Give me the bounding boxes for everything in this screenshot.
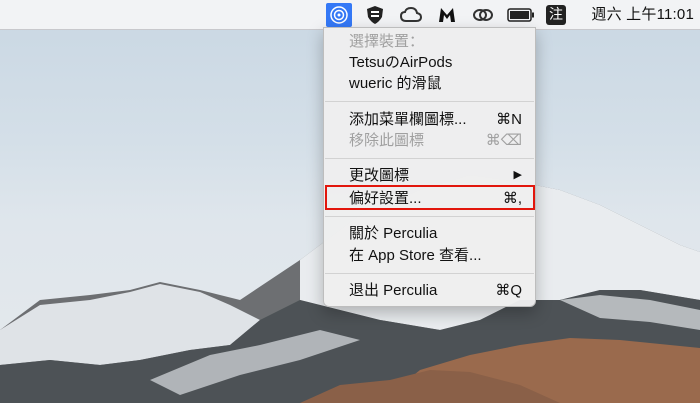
menu-separator	[325, 101, 534, 102]
menu-item-quit[interactable]: 退出 Perculia ⌘Q	[324, 280, 535, 301]
menu-item-add-to-menubar[interactable]: 添加菜單欄圖標... ⌘N	[324, 109, 535, 130]
perculia-airpods-icon[interactable]	[326, 3, 352, 27]
menu-separator	[325, 216, 534, 217]
menu-item-label: 添加菜單欄圖標...	[349, 111, 467, 128]
menu-item-label: 在 App Store 查看...	[349, 247, 482, 264]
menu-item-device-airpods[interactable]: TetsuのAirPods	[324, 52, 535, 73]
submenu-arrow-icon: ▶	[513, 169, 522, 181]
input-method-label: 注	[546, 5, 566, 25]
menu-bar: 注 週六 上午11:01	[0, 0, 700, 30]
perculia-dropdown-menu: 選擇裝置： TetsuのAirPods wueric 的滑鼠 添加菜單欄圖標..…	[323, 27, 536, 307]
shield-extension-icon[interactable]	[362, 3, 388, 27]
menubar-clock[interactable]: 週六 上午11:01	[591, 0, 694, 30]
menu-section-header: 選擇裝置：	[324, 31, 535, 52]
menu-item-label: 更改圖標	[349, 167, 410, 184]
menu-item-device-mouse[interactable]: wueric 的滑鼠	[324, 73, 535, 94]
linked-rings-icon[interactable]	[470, 3, 496, 27]
section-header-label: 選擇裝置：	[349, 33, 425, 50]
device-label: TetsuのAirPods	[349, 54, 453, 71]
menu-separator	[325, 158, 534, 159]
menu-item-remove-icon: 移除此圖標 ⌘⌫	[324, 130, 535, 151]
menu-item-label: 退出 Perculia	[349, 282, 438, 299]
battery-icon[interactable]	[506, 3, 536, 27]
malwarebytes-icon[interactable]	[434, 3, 460, 27]
menu-item-change-icon[interactable]: 更改圖標 ▶	[324, 165, 535, 186]
menu-item-label: 關於 Perculia	[349, 225, 438, 242]
shortcut-label: ⌘Q	[495, 282, 522, 299]
input-method-icon[interactable]: 注	[543, 3, 569, 27]
preferences-highlight-box	[325, 185, 535, 210]
device-label: wueric 的滑鼠	[349, 75, 442, 92]
creative-cloud-icon[interactable]	[398, 3, 424, 27]
menu-item-about[interactable]: 關於 Perculia	[324, 223, 535, 244]
shortcut-label: ⌘N	[496, 111, 522, 128]
menu-item-app-store[interactable]: 在 App Store 查看...	[324, 245, 535, 266]
menu-separator	[325, 273, 534, 274]
menu-item-label: 移除此圖標	[349, 132, 425, 149]
shortcut-label: ⌘⌫	[485, 132, 522, 149]
